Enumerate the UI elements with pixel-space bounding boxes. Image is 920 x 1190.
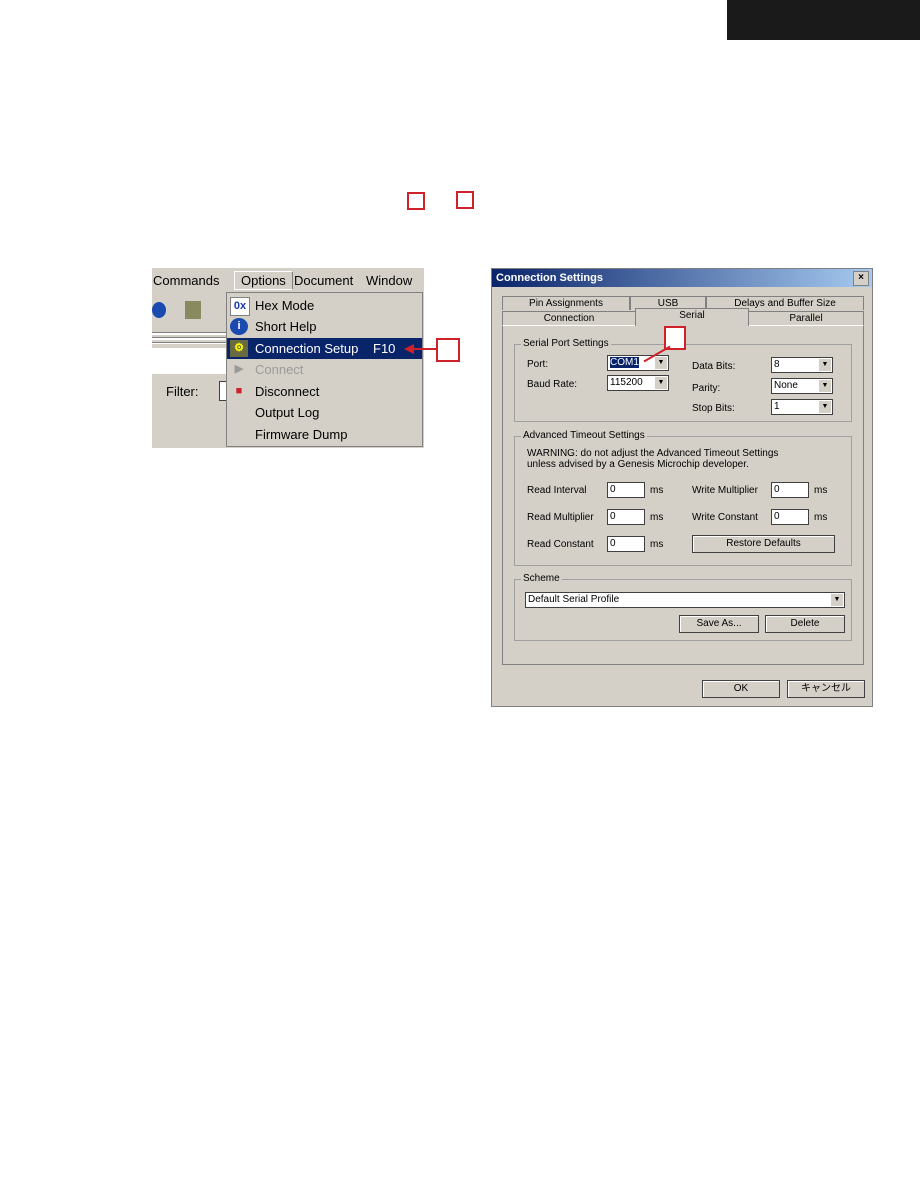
warning-text: unless advised by a Genesis Microchip de… xyxy=(527,459,749,470)
info-icon xyxy=(152,302,166,318)
chevron-down-icon: ▼ xyxy=(655,357,667,369)
arrow-line xyxy=(412,348,436,350)
menu-item-disconnect[interactable]: ■ Disconnect xyxy=(227,381,422,402)
unit-label: ms xyxy=(650,512,664,523)
menu-item-firmware-dump[interactable]: Firmware Dump xyxy=(227,424,422,445)
baud-rate-label: Baud Rate: xyxy=(527,379,578,390)
label: Firmware Dump xyxy=(255,427,348,442)
options-dropdown: 0x Hex Mode i Short Help ⚙ Connection Setup… xyxy=(226,292,423,447)
group-label: Advanced Timeout Settings xyxy=(521,430,647,441)
hex-icon: 0x xyxy=(230,297,250,316)
connect-plug-icon: ▶ xyxy=(234,363,244,375)
stop-bits-label: Stop Bits: xyxy=(692,403,735,414)
tab-serial[interactable]: Serial xyxy=(635,308,749,326)
write-multiplier-label: Write Multiplier xyxy=(692,485,758,496)
tab-parallel[interactable]: Parallel xyxy=(748,311,864,325)
unit-label: ms xyxy=(814,512,828,523)
divider xyxy=(152,330,226,344)
label: Hex Mode xyxy=(255,298,315,313)
menu-window[interactable]: Window xyxy=(366,273,412,288)
delete-button[interactable]: Delete xyxy=(765,615,845,633)
connection-setup-icon xyxy=(185,301,201,319)
unit-label: ms xyxy=(650,539,664,550)
label: Disconnect xyxy=(255,384,320,399)
header-black-bar xyxy=(727,0,920,40)
menu-item-output-log[interactable]: Output Log xyxy=(227,402,422,423)
info-icon: i xyxy=(230,318,248,335)
write-constant-input[interactable]: 0 xyxy=(771,509,809,525)
ok-button[interactable]: OK xyxy=(702,680,780,698)
arrow-head-icon xyxy=(404,344,414,354)
disconnect-icon: ■ xyxy=(235,385,243,397)
menu-options[interactable]: Options xyxy=(234,271,293,290)
save-as-button[interactable]: Save As... xyxy=(679,615,759,633)
chevron-down-icon: ▼ xyxy=(655,377,667,389)
dialog-title-bar: Connection Settings × xyxy=(492,269,872,287)
read-multiplier-label: Read Multiplier xyxy=(527,512,594,523)
tab-connection[interactable]: Connection xyxy=(502,311,636,325)
parity-label: Parity: xyxy=(692,383,721,394)
annotation-box xyxy=(407,192,425,210)
data-bits-label: Data Bits: xyxy=(692,361,736,372)
close-icon[interactable]: × xyxy=(853,271,869,286)
label: Output Log xyxy=(255,405,320,420)
write-constant-label: Write Constant xyxy=(692,512,758,523)
menu-bar: Commands Options Document Window xyxy=(152,268,424,292)
write-multiplier-input[interactable]: 0 xyxy=(771,482,809,498)
connection-settings-dialog: Connection Settings × Pin Assignments USB… xyxy=(491,268,873,707)
label: Connect xyxy=(255,362,304,377)
parity-select[interactable]: None ▼ xyxy=(771,378,833,394)
chevron-down-icon: ▼ xyxy=(831,594,843,606)
chevron-down-icon: ▼ xyxy=(819,359,831,371)
warning-text: WARNING: do not adjust the Advanced Time… xyxy=(527,448,779,459)
filter-label: Filter: xyxy=(166,384,199,399)
group-label: Scheme xyxy=(521,573,562,584)
unit-label: ms xyxy=(814,485,828,496)
annotation-box xyxy=(456,191,474,209)
label: Connection Setup xyxy=(255,341,359,356)
serial-port-settings-group: Serial Port Settings Port: COM1 ▼ Baud Ra… xyxy=(514,338,852,422)
shortcut: F10 xyxy=(373,341,396,356)
menu-commands[interactable]: Commands xyxy=(153,273,219,288)
menu-item-short-help[interactable]: i Short Help xyxy=(227,316,422,337)
data-bits-select[interactable]: 8 ▼ xyxy=(771,357,833,373)
restore-defaults-button[interactable]: Restore Defaults xyxy=(692,535,835,553)
stop-bits-select[interactable]: 1 ▼ xyxy=(771,399,833,415)
menu-document[interactable]: Document xyxy=(294,273,353,288)
cancel-button[interactable]: キャンセル xyxy=(787,680,865,698)
scheme-select[interactable]: Default Serial Profile ▼ xyxy=(525,592,845,608)
advanced-timeout-group: Advanced Timeout Settings WARNING: do no… xyxy=(514,430,852,566)
scheme-group: Scheme Default Serial Profile ▼ Save As..… xyxy=(514,573,852,641)
toolbar-area xyxy=(152,348,226,374)
baud-rate-select[interactable]: 115200 ▼ xyxy=(607,375,669,391)
chevron-down-icon: ▼ xyxy=(819,401,831,413)
tab-pin-assignments[interactable]: Pin Assignments xyxy=(502,296,630,310)
read-interval-input[interactable]: 0 xyxy=(607,482,645,498)
label: Short Help xyxy=(255,319,317,334)
chevron-down-icon: ▼ xyxy=(819,380,831,392)
group-label: Serial Port Settings xyxy=(521,338,611,349)
menu-item-connection-setup[interactable]: ⚙ Connection Setup F10 xyxy=(227,338,422,359)
read-multiplier-input[interactable]: 0 xyxy=(607,509,645,525)
menu-item-hex-mode[interactable]: 0x Hex Mode xyxy=(227,295,422,316)
options-menu-screenshot: Commands Options Document Window Filter:… xyxy=(152,268,424,448)
unit-label: ms xyxy=(650,485,664,496)
read-constant-label: Read Constant xyxy=(527,539,594,550)
port-select[interactable]: COM1 ▼ xyxy=(607,355,669,371)
annotation-box xyxy=(436,338,460,362)
dialog-title: Connection Settings xyxy=(496,272,603,284)
read-interval-label: Read Interval xyxy=(527,485,587,496)
menu-item-connect: ▶ Connect xyxy=(227,359,422,380)
read-constant-input[interactable]: 0 xyxy=(607,536,645,552)
connection-setup-icon: ⚙ xyxy=(230,340,248,357)
port-label: Port: xyxy=(527,359,549,370)
